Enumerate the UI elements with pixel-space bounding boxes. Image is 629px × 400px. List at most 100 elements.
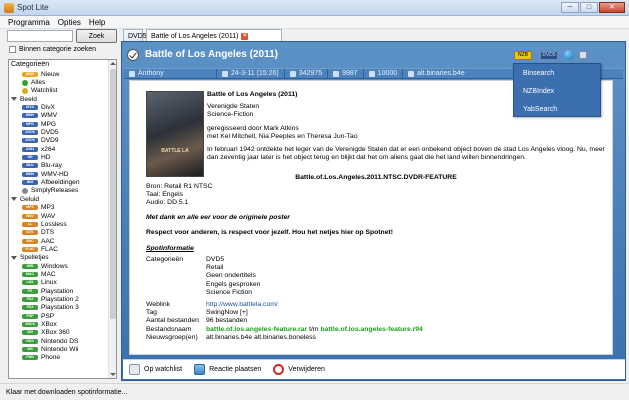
movie-cast: met Kel Mitchell, Nia Peeples en Theresa… (207, 132, 358, 140)
file-count-value: 96 bestanden (206, 317, 248, 325)
category-item[interactable]: WMV WMV-HD (9, 170, 109, 178)
minimize-button[interactable]: ─ (561, 2, 579, 13)
category-dot-icon (22, 187, 28, 194)
menu-icon[interactable] (579, 51, 587, 59)
expand-arrow-icon[interactable] (11, 255, 17, 260)
category-group[interactable]: Beeld (9, 95, 109, 103)
category-item[interactable]: PS Playstation (9, 287, 109, 295)
category-badge-icon: WMV (22, 113, 38, 119)
last-file: battle.of.los.angeles-feature.r94 (320, 325, 423, 333)
category-item[interactable]: PS3 Playstation 3 (9, 304, 109, 312)
category-label: Linux (41, 279, 57, 287)
category-item[interactable]: Alles (9, 78, 109, 86)
scroll-thumb[interactable] (110, 69, 116, 319)
category-item[interactable]: LL Lossless (9, 220, 109, 228)
search-in-category-option[interactable]: Binnen categorie zoeken (9, 46, 96, 53)
category-item[interactable]: X264 x264 (9, 145, 109, 153)
category-label: Playstation 3 (41, 304, 79, 312)
category-item[interactable]: PS2 Playstation 2 (9, 295, 109, 303)
category-item[interactable]: DVD9 DVD9 (9, 137, 109, 145)
category-label: WAV (41, 212, 56, 220)
category-value: Retail (206, 264, 224, 272)
category-item[interactable]: WIN Windows (9, 262, 109, 270)
menu-opties[interactable]: Opties (54, 18, 85, 27)
category-badge-icon: PHN (22, 355, 38, 361)
category-item[interactable]: NEW Nieuw (9, 70, 109, 78)
search-input[interactable] (7, 30, 73, 42)
category-group[interactable]: Geluid (9, 195, 109, 203)
globe-icon[interactable] (564, 50, 574, 60)
category-item[interactable]: BLU Blu-ray (9, 162, 109, 170)
category-label: XBox 360 (41, 329, 70, 337)
scroll-down-icon[interactable] (110, 373, 116, 376)
disk-icon (368, 70, 375, 77)
file-range-separator: t/m (309, 325, 319, 333)
category-item[interactable]: MPG MPG (9, 120, 109, 128)
status-text: Klaar met downloaden spotinformatie... (6, 388, 128, 396)
category-badge-icon: AAC (22, 238, 38, 244)
category-group[interactable]: Spelletjes (9, 254, 109, 262)
file-count-label: Aantal bestanden (146, 317, 199, 325)
category-item[interactable]: WII Nintendo Wii (9, 345, 109, 353)
category-item[interactable]: DTS DTS (9, 229, 109, 237)
release-name: Battle.of.Los.Angeles.2011.NTSC.DVDR-FEA… (295, 174, 457, 181)
category-dot-icon (22, 87, 28, 94)
movie-poster: BATTLE LA (146, 91, 204, 177)
category-item[interactable]: DVD5 DVD5 (9, 128, 109, 136)
category-item[interactable]: HD HD (9, 153, 109, 161)
weblink-field-label: Weblink (146, 301, 171, 309)
watchlist-button[interactable]: Op watchlist (123, 364, 188, 375)
category-label: Geluid (20, 195, 40, 203)
menu-programma[interactable]: Programma (4, 18, 54, 27)
category-item[interactable]: LNX Linux (9, 279, 109, 287)
category-item[interactable]: SimplyReleases (9, 187, 109, 195)
category-item[interactable]: AAC AAC (9, 237, 109, 245)
expand-arrow-icon[interactable] (11, 97, 17, 102)
dropdown-binsearch[interactable]: Binsearch (514, 64, 600, 82)
filename-label: Bestandsnaam (146, 325, 192, 333)
category-scrollbar[interactable] (108, 60, 116, 378)
tab-dvd5[interactable]: DVD5 (123, 29, 147, 41)
category-label: AAC (41, 237, 55, 245)
tag-field-label: Tag (146, 309, 157, 317)
menu-help[interactable]: Help (85, 18, 109, 27)
maximize-button[interactable]: □ (580, 2, 598, 13)
scroll-up-icon[interactable] (110, 62, 116, 65)
category-badge-icon: IMG (22, 180, 38, 186)
category-item[interactable]: XBOX XBox (9, 320, 109, 328)
tag-value[interactable]: SwingNow [+] (206, 309, 606, 317)
search-button[interactable]: Zoek (76, 29, 117, 43)
reply-button[interactable]: Reactie plaatsen (188, 364, 267, 375)
category-item[interactable]: IMG Afbeeldingen (9, 178, 109, 186)
category-item[interactable]: WAV WAV (9, 212, 109, 220)
search-in-category-checkbox[interactable] (9, 46, 16, 53)
category-item[interactable]: 360 XBox 360 (9, 329, 109, 337)
expand-arrow-icon[interactable] (11, 197, 17, 202)
category-item[interactable]: Watchlist (9, 87, 109, 95)
date-info: 24-3-11 (15:26) (217, 69, 285, 78)
category-item[interactable]: PSP PSP (9, 312, 109, 320)
category-item[interactable]: DIVX DivX (9, 103, 109, 111)
category-item[interactable]: MAC MAC (9, 270, 109, 278)
categories-field-label: Categorieën (146, 256, 184, 263)
thanks-text: Met dank en alle eer voor de originele p… (146, 214, 290, 221)
newsgroups-label: Nieuwsgroep(en) (146, 333, 198, 341)
category-label: Playstation (41, 287, 74, 295)
category-badge-icon: MP3 (22, 205, 38, 211)
dropdown-nzbindex[interactable]: NZBIndex (514, 82, 600, 100)
status-bar: Klaar met downloaden spotinformatie... (0, 383, 629, 400)
category-item[interactable]: MP3 MP3 (9, 204, 109, 212)
tab-close-icon[interactable]: ✕ (241, 33, 249, 40)
close-button[interactable]: ✕ (599, 2, 625, 13)
nzb-download-button[interactable]: NZB (514, 51, 532, 60)
category-item[interactable]: FLAC FLAC (9, 245, 109, 253)
tab-battle-of-los-angeles[interactable]: Battle of Los Angeles (2011) ✕ (146, 29, 282, 41)
category-label: Lossless (41, 220, 67, 228)
weblink-link[interactable]: http://www.battlela.com/ (206, 301, 606, 309)
category-item[interactable]: NDS Nintendo DS (9, 337, 109, 345)
delete-button[interactable]: Verwijderen (267, 364, 331, 375)
hash-icon (289, 70, 296, 77)
category-item[interactable]: PHN Phone (9, 354, 109, 362)
dropdown-yabsearch[interactable]: YabSearch (514, 100, 600, 118)
category-item[interactable]: WMV WMV (9, 112, 109, 120)
